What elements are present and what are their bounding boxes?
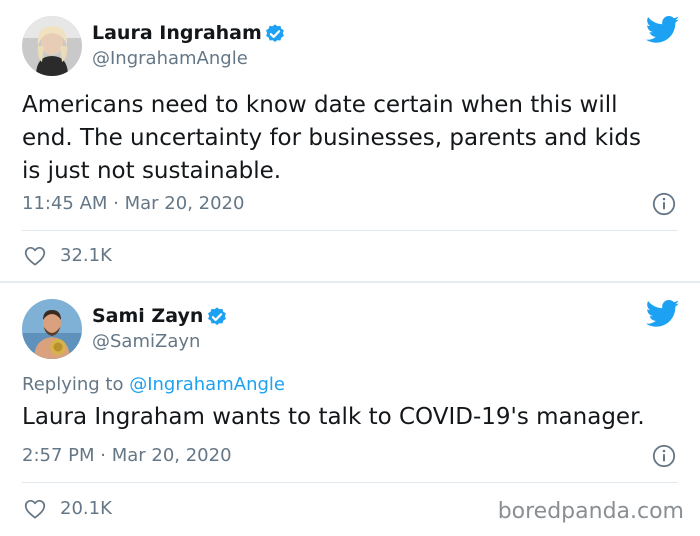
divider — [22, 230, 678, 231]
twitter-bird-icon[interactable] — [646, 300, 680, 328]
avatar-laura-ingraham[interactable] — [22, 16, 82, 76]
display-name[interactable]: Sami Zayn — [92, 305, 203, 327]
handle[interactable]: @SamiZayn — [92, 331, 200, 352]
replying-to-label: Replying to — [22, 374, 130, 395]
divider — [22, 482, 678, 483]
avatar-sami-zayn[interactable] — [22, 299, 82, 359]
display-name[interactable]: Laura Ingraham — [92, 22, 262, 44]
verified-badge-icon — [206, 306, 228, 328]
info-icon[interactable] — [652, 444, 676, 468]
tweet-text: Americans need to know date certain when… — [22, 92, 641, 184]
tweet-1: Laura Ingraham @IngrahamAngle Americans … — [0, 0, 700, 282]
tweet-text: Laura Ingraham wants to talk to COVID-19… — [22, 404, 645, 430]
watermark: boredpanda.com — [497, 499, 684, 524]
twitter-bird-icon[interactable] — [646, 16, 680, 44]
replying-to: Replying to @IngrahamAngle — [22, 374, 285, 395]
heart-icon[interactable] — [24, 499, 46, 519]
timestamp[interactable]: 11:45 AM · Mar 20, 2020 — [22, 193, 244, 214]
handle[interactable]: @IngrahamAngle — [92, 48, 248, 69]
replying-to-link[interactable]: @IngrahamAngle — [129, 374, 285, 395]
like-count: 32.1K — [60, 245, 112, 266]
verified-badge-icon — [264, 23, 286, 45]
info-icon[interactable] — [652, 192, 676, 216]
tweet-2: Sami Zayn @SamiZayn Replying to @Ingraha… — [0, 283, 700, 536]
like-count: 20.1K — [60, 498, 112, 519]
heart-icon[interactable] — [24, 246, 46, 266]
timestamp[interactable]: 2:57 PM · Mar 20, 2020 — [22, 445, 232, 466]
